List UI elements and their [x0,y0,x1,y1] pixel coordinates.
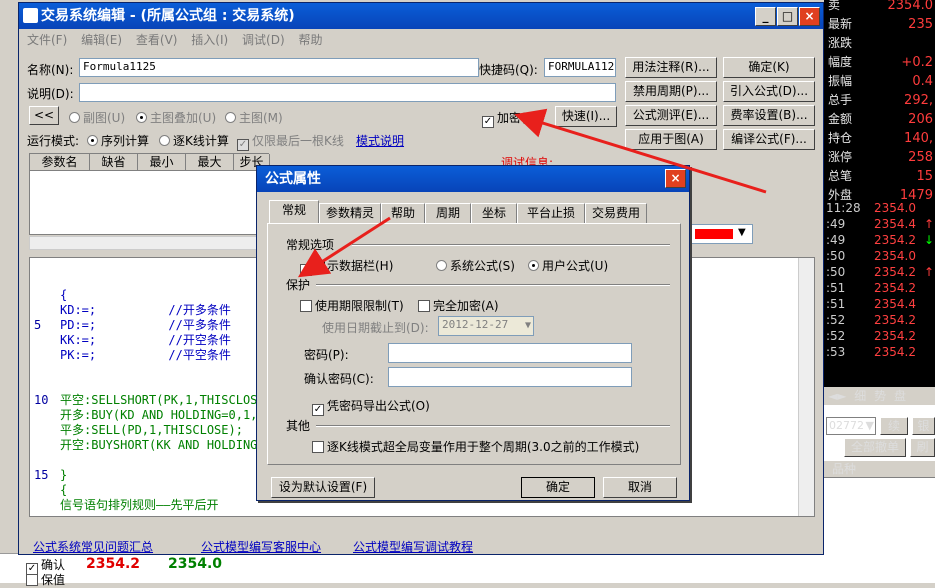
annotation-arrows [297,108,767,278]
arrow-to-protect [297,216,391,278]
arrow-to-encrypt [514,108,767,194]
